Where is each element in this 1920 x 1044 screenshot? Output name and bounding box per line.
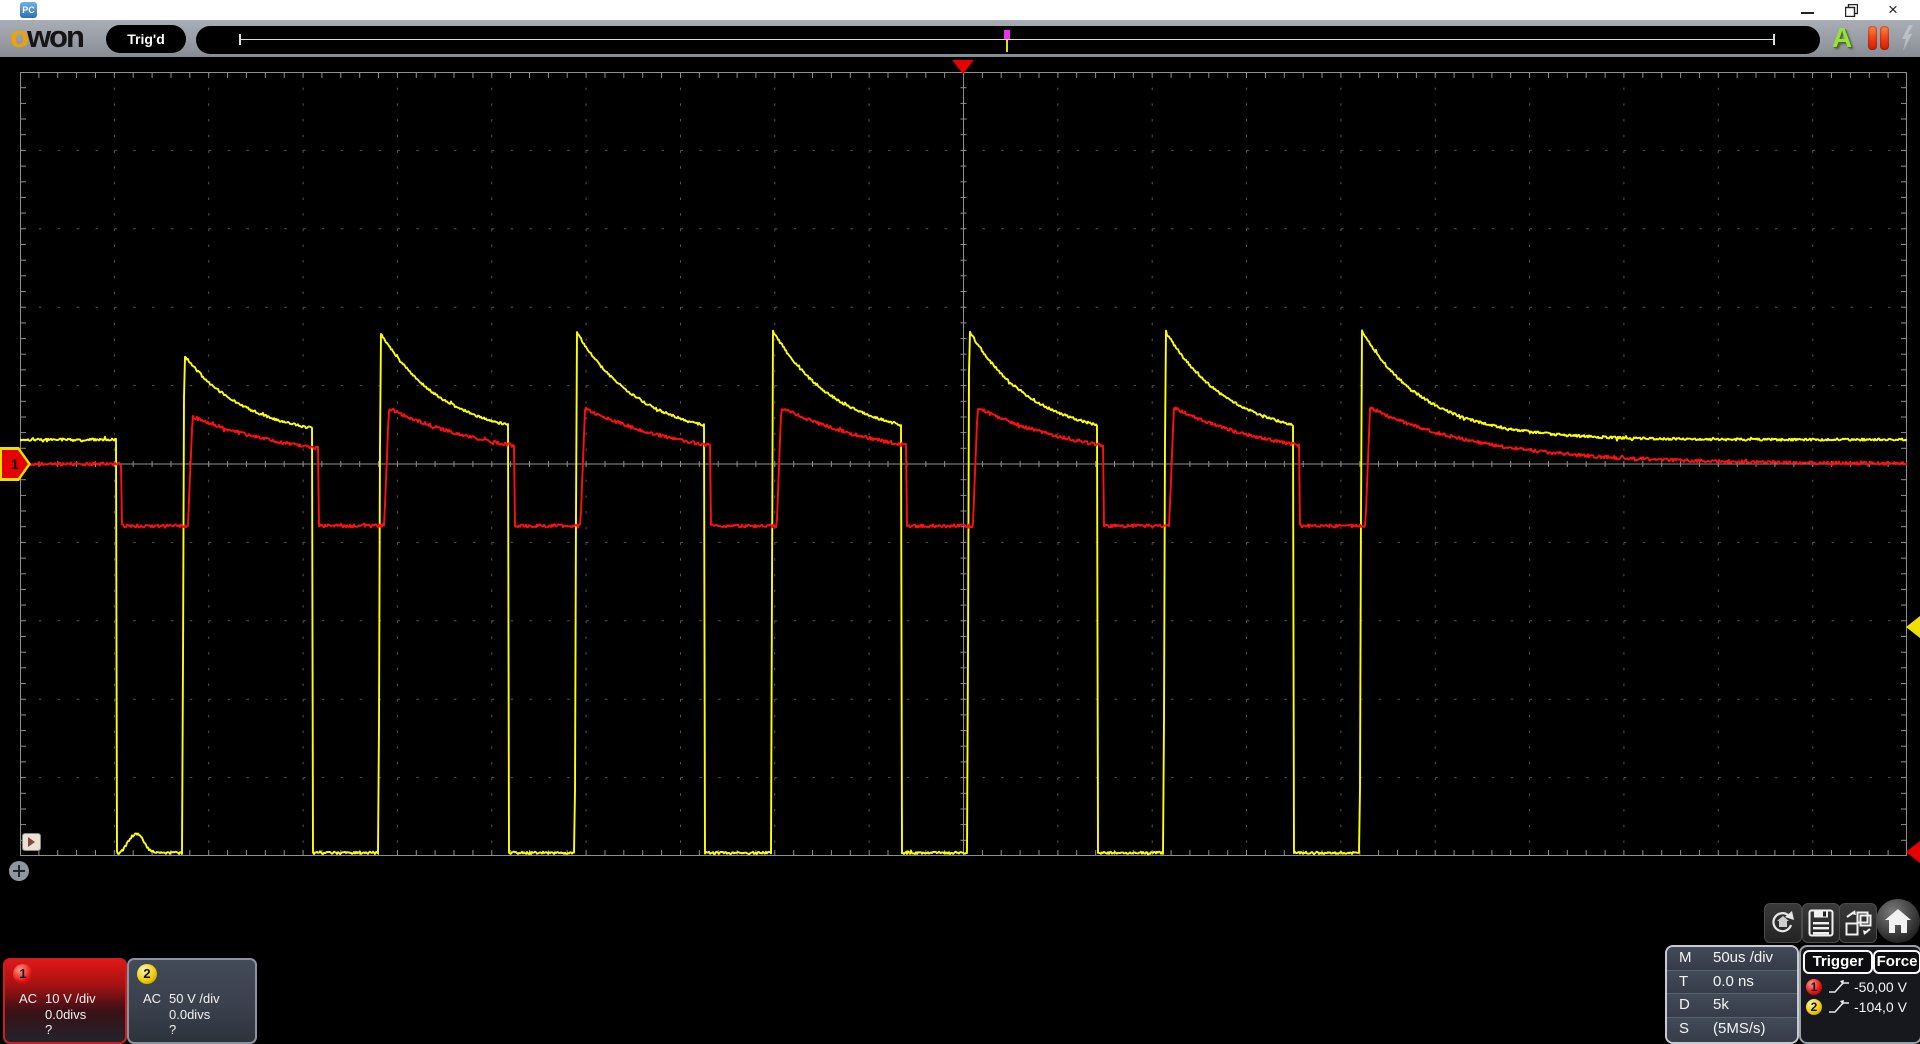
timebase-value: 50us /div [1713, 949, 1774, 966]
play-button[interactable] [22, 833, 41, 851]
record-depth-row: D 5k [1667, 994, 1797, 1019]
ch1-badge: 1 [1806, 979, 1822, 995]
rising-edge-icon [1829, 1000, 1849, 1013]
trigger-position-tail [1006, 40, 1008, 52]
ch1-trigger-level-marker-icon[interactable] [1906, 841, 1920, 863]
ch1-scale: 10 V /div [45, 991, 96, 1006]
acquisition-panel: M 50us /div T 0.0 ns D 5k S (5MS/s) [1665, 945, 1799, 1044]
save-floppy-icon [1808, 909, 1834, 937]
export-swap-icon [1845, 910, 1872, 936]
ch2-coupling: AC [143, 991, 162, 1006]
record-start-tick [239, 34, 241, 45]
home-icon [1885, 909, 1911, 933]
close-icon[interactable]: × [1884, 0, 1902, 20]
window-titlebar: PC × [0, 0, 1920, 20]
ch2-trigger-level-row: 2 -104,0 V [1801, 998, 1920, 1016]
graticule-and-traces [20, 72, 1907, 856]
trigger-time-marker-icon[interactable] [952, 60, 974, 74]
export-button[interactable] [1839, 903, 1877, 943]
app-icon: PC [20, 2, 37, 18]
add-zoom-button[interactable] [9, 861, 29, 881]
auto-mode-icon[interactable]: A [1832, 21, 1852, 55]
ch1-trigger-level-value: -50,00 V [1854, 979, 1907, 995]
ch1-trigger-level-row: 1 -50,00 V [1801, 978, 1920, 996]
ch1-offset: 0.0divs [45, 1007, 87, 1022]
ch2-trigger-level-marker-icon[interactable] [1906, 616, 1920, 638]
sample-rate-row: S (5MS/s) [1667, 1018, 1797, 1041]
trigger-position-marker[interactable] [1004, 30, 1010, 39]
recall-home-icon [1772, 911, 1794, 933]
force-button[interactable]: Force [1873, 950, 1920, 974]
restore-icon[interactable] [1845, 4, 1858, 17]
run-stop-pause-icon[interactable] [1868, 26, 1892, 51]
channel1-panel[interactable]: 1 AC 10 V /div 0.0divs ? [3, 958, 127, 1044]
record-end-tick [1773, 34, 1775, 45]
ch2-offset: 0.0divs [169, 1007, 211, 1022]
svg-text:1: 1 [11, 456, 19, 472]
minimize-icon[interactable] [1801, 12, 1814, 14]
sample-rate-value: (5MS/s) [1713, 1020, 1766, 1038]
channel1-badge: 1 [13, 964, 33, 984]
owon-logo: owon [10, 19, 85, 54]
ch2-trigger-level-value: -104,0 V [1854, 999, 1907, 1015]
ch1-frequency: ? [45, 1022, 53, 1037]
horizontal-position-bar[interactable] [196, 26, 1820, 54]
ch1-coupling: AC [19, 991, 38, 1006]
lightning-icon [1902, 25, 1913, 51]
trigger-panel: Trigger Force 1 -50,00 V 2 -104,0 V [1799, 945, 1920, 1044]
trigger-status-badge: Trig'd [106, 25, 186, 53]
play-icon [28, 837, 35, 847]
ch2-frequency: ? [169, 1022, 177, 1037]
recall-button[interactable] [1764, 903, 1802, 943]
record-depth-value: 5k [1713, 996, 1729, 1014]
trigger-delay-row: T 0.0 ns [1667, 970, 1797, 995]
trigger-delay-value: 0.0 ns [1713, 972, 1754, 990]
channel-zero-markers[interactable]: 1 [0, 446, 34, 482]
ch2-scale: 50 V /div [169, 991, 220, 1006]
save-button[interactable] [1802, 903, 1840, 943]
ch2-badge: 2 [1806, 999, 1822, 1015]
channel2-panel[interactable]: 2 AC 50 V /div 0.0divs ? [127, 958, 257, 1044]
rising-edge-icon [1829, 980, 1849, 993]
channel2-badge: 2 [137, 964, 157, 984]
home-button[interactable] [1876, 899, 1920, 943]
trigger-button[interactable]: Trigger [1803, 950, 1873, 974]
timebase-row: M 50us /div [1667, 947, 1797, 971]
